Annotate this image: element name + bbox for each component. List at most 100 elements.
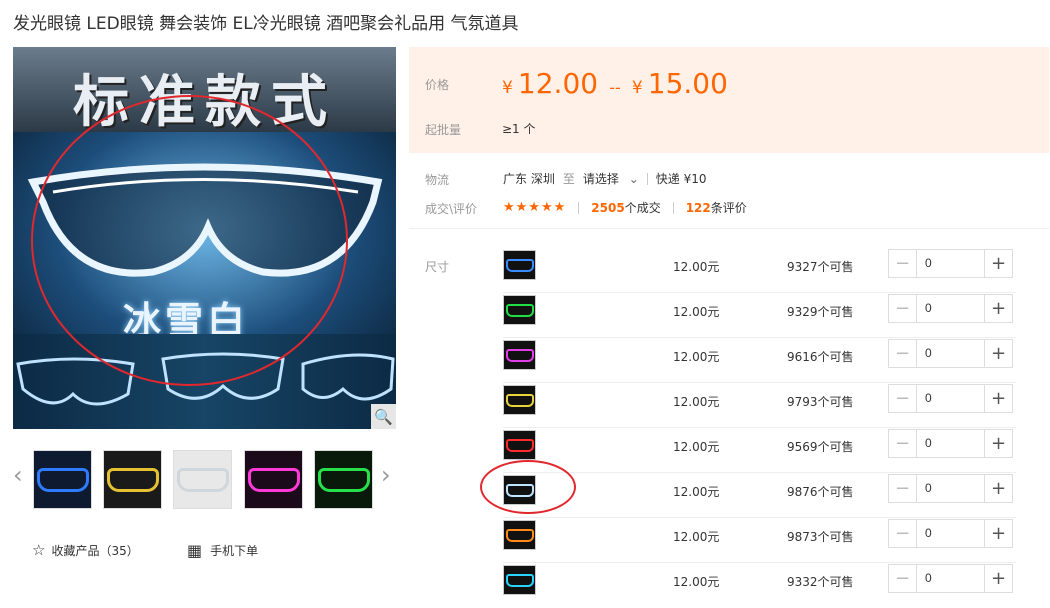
plus-icon[interactable]: + [985, 520, 1012, 547]
sku-row: 12.00元 9329个可售 −0 + [503, 293, 1016, 338]
thumbnail-2[interactable] [103, 450, 162, 509]
plus-icon[interactable]: + [985, 385, 1012, 412]
sku-stock: 9793个可售 [787, 395, 854, 409]
plus-icon[interactable]: + [985, 430, 1012, 457]
shipping-method: 快递 ¥10 [655, 172, 707, 186]
thumbnail-5[interactable] [314, 450, 373, 509]
sku-price: 12.00元 [673, 305, 720, 319]
quantity-stepper: −0 + [888, 429, 1013, 458]
thumbnail-carousel: ‹ › [13, 447, 396, 509]
shipping-origin: 广东 深圳 [503, 172, 555, 186]
sku-row: 12.00元 9793个可售 −0 + [503, 383, 1016, 428]
favorite-button[interactable]: ☆ 收藏产品（35） [32, 541, 139, 559]
sku-thumbnail[interactable] [503, 295, 536, 325]
favorite-label: 收藏产品（35） [51, 543, 139, 558]
quantity-input[interactable]: 0 [916, 250, 985, 277]
mobile-order-label: 手机下单 [210, 544, 259, 558]
quantity-stepper: −0 + [888, 249, 1013, 278]
sku-thumbnail[interactable] [503, 250, 536, 280]
price-label: 价格 [425, 78, 450, 92]
sku-stock: 9327个可售 [787, 260, 854, 274]
rating-info: ★★★★★ 2505个成交 122条评价 [503, 199, 747, 216]
shipping-destination-select[interactable]: 请选择 ⌄ [583, 170, 639, 187]
plus-icon[interactable]: + [985, 295, 1012, 322]
quantity-input[interactable]: 0 [916, 475, 985, 502]
quantity-input[interactable]: 0 [916, 520, 985, 547]
sku-thumbnail[interactable] [503, 520, 536, 550]
sku-price: 12.00元 [673, 350, 720, 364]
glasses-icon [106, 467, 159, 492]
sku-stock: 9569个可售 [787, 440, 854, 454]
glasses-icon [505, 393, 534, 407]
quantity-stepper: −0 + [888, 474, 1013, 503]
sku-price: 12.00元 [673, 575, 720, 589]
quantity-stepper: −0 + [888, 339, 1013, 368]
sku-row: 12.00元 9876个可售 −0 + [503, 473, 1016, 518]
reviews-count[interactable]: 122条评价 [686, 199, 747, 216]
chevron-down-icon: ⌄ [628, 172, 639, 186]
minus-icon[interactable]: − [889, 295, 916, 322]
mobile-order-button[interactable]: ▦ 手机下单 [187, 541, 258, 560]
sku-thumbnail[interactable] [503, 565, 536, 595]
moq-label: 起批量 [425, 123, 462, 137]
sku-price: 12.00元 [673, 485, 720, 499]
minus-icon[interactable]: − [889, 430, 916, 457]
sku-row: 12.00元 9616个可售 −0 + [503, 338, 1016, 383]
sku-price: 12.00元 [673, 440, 720, 454]
glasses-icon [505, 438, 534, 452]
glasses-icon [317, 467, 370, 492]
zoom-icon[interactable]: 🔍 [371, 404, 396, 429]
price-range: ¥ 12.00 -- ¥ 15.00 [502, 67, 728, 100]
sku-stock: 9873个可售 [787, 530, 854, 544]
deals-count[interactable]: 2505个成交 [591, 199, 660, 216]
quantity-stepper: −0 + [888, 384, 1013, 413]
plus-icon[interactable]: + [985, 475, 1012, 502]
sku-row: 12.00元 9327个可售 −0 + [503, 248, 1016, 293]
sku-row: 12.00元 9332个可售 −0 + [503, 563, 1016, 608]
plus-icon[interactable]: + [985, 565, 1012, 592]
sku-thumbnail[interactable] [503, 340, 536, 370]
minus-icon[interactable]: − [889, 565, 916, 592]
price-panel: 价格 ¥ 12.00 -- ¥ 15.00 起批量 ≥1 个 [409, 47, 1049, 153]
sku-row: 12.00元 9873个可售 −0 + [503, 518, 1016, 563]
shipping-label: 物流 [425, 173, 450, 187]
quantity-stepper: −0 + [888, 519, 1013, 548]
product-title: 发光眼镜 LED眼镜 舞会装饰 EL冷光眼镜 酒吧聚会礼品用 气氛道具 [13, 14, 519, 34]
plus-icon[interactable]: + [985, 250, 1012, 277]
rating-stars-icon: ★★★★★ [503, 200, 567, 215]
main-product-image[interactable]: 标准款式 冰雪白 [13, 47, 396, 429]
sku-stock: 9616个可售 [787, 350, 854, 364]
moq-value: ≥1 个 [502, 122, 536, 136]
minus-icon[interactable]: − [889, 340, 916, 367]
plus-icon[interactable]: + [985, 340, 1012, 367]
quantity-stepper: −0 + [888, 294, 1013, 323]
sku-price: 12.00元 [673, 260, 720, 274]
glasses-icon [176, 467, 229, 492]
prev-arrow-icon[interactable]: ‹ [13, 461, 23, 489]
glasses-icon [505, 303, 534, 317]
annotation-circle-sku [480, 460, 576, 514]
thumbnail-1[interactable] [33, 450, 92, 509]
sku-thumbnail[interactable] [503, 385, 536, 415]
quantity-input[interactable]: 0 [916, 430, 985, 457]
quantity-input[interactable]: 0 [916, 340, 985, 367]
minus-icon[interactable]: − [889, 520, 916, 547]
sku-row: 12.00元 9569个可售 −0 + [503, 428, 1016, 473]
size-label: 尺寸 [425, 260, 450, 274]
quantity-input[interactable]: 0 [916, 565, 985, 592]
minus-icon[interactable]: − [889, 250, 916, 277]
shipping-info: 广东 深圳 至 请选择 ⌄ 快递 ¥10 [503, 170, 707, 187]
glasses-icon [505, 348, 534, 362]
glasses-icon [36, 467, 89, 492]
glasses-icon [247, 467, 300, 492]
thumbnail-3[interactable] [173, 450, 232, 509]
quantity-input[interactable]: 0 [916, 295, 985, 322]
next-arrow-icon[interactable]: › [381, 461, 391, 489]
sku-thumbnail[interactable] [503, 430, 536, 460]
sku-stock: 9876个可售 [787, 485, 854, 499]
quantity-input[interactable]: 0 [916, 385, 985, 412]
minus-icon[interactable]: − [889, 385, 916, 412]
minus-icon[interactable]: − [889, 475, 916, 502]
thumbnail-4[interactable] [244, 450, 303, 509]
reviews-label: 成交\评价 [425, 202, 478, 216]
